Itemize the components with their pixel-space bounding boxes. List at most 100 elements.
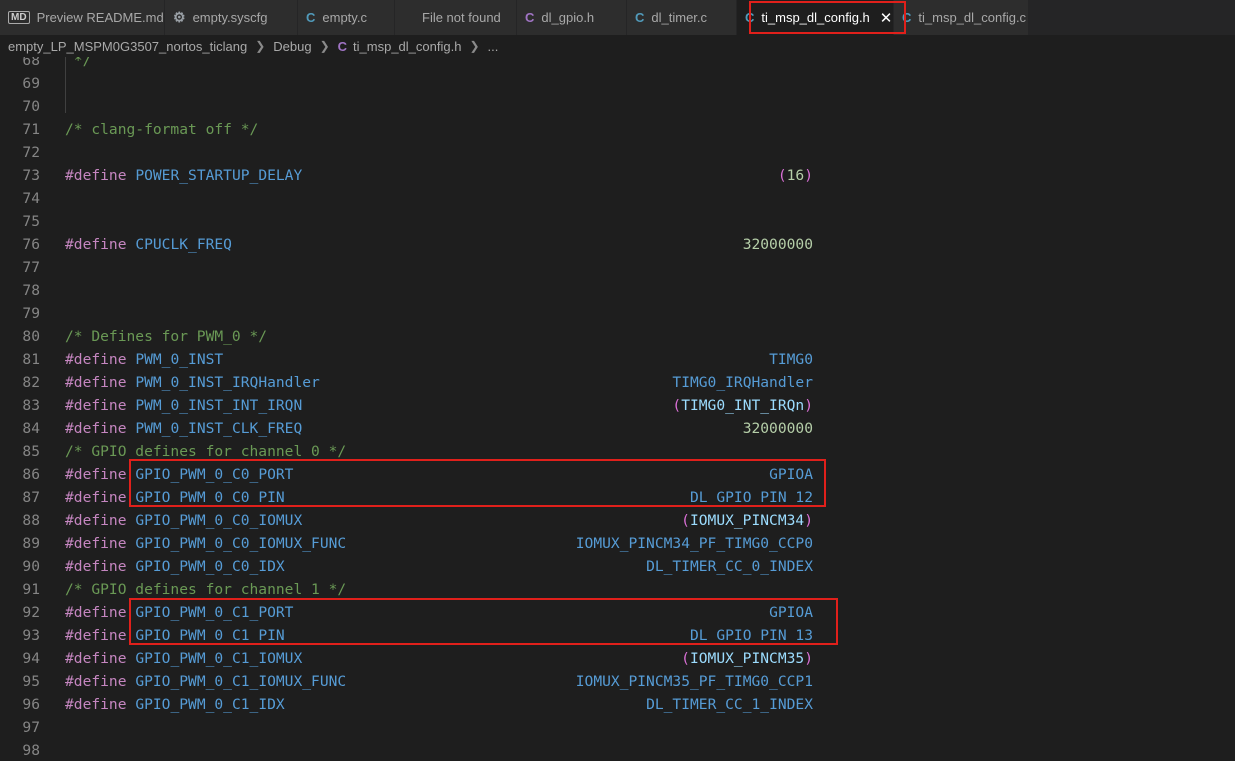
close-paren: ) (804, 397, 813, 414)
macro-value: DL_TIMER_CC_1_INDEX (646, 696, 813, 713)
macro-name: PWM_0_INST_IRQHandler (135, 374, 320, 391)
c-file-icon: C (902, 10, 912, 25)
code-define: #define GPIO_PWM_0_C0_PIN (65, 486, 285, 509)
macro-name: GPIO_PWM_0_C0_IOMUX_FUNC (135, 535, 347, 552)
line-number: 79 (22, 305, 40, 322)
tab-label: empty.c (322, 10, 367, 25)
close-paren: ) (804, 167, 813, 184)
c-file-icon: C (306, 10, 316, 25)
line-number: 73 (22, 167, 40, 184)
code-define: #define PWM_0_INST (65, 348, 223, 371)
open-paren: ( (681, 512, 690, 529)
tab-ti-msp-dl-config-h[interactable]: Cti_msp_dl_config.h ✕ (737, 0, 894, 35)
markdown-preview-icon: MD (8, 11, 30, 24)
macro-value: 32000000 (742, 420, 813, 437)
macro-value-inner: TIMG0_INT_IRQn (681, 397, 805, 414)
code-define: #define POWER_STARTUP_DELAY (65, 164, 302, 187)
macro-name: GPIO_PWM_0_C0_PIN (135, 489, 285, 506)
breadcrumb-file[interactable]: ti_msp_dl_config.h (353, 39, 461, 54)
macro-value-inner: IOMUX_PINCM35 (689, 650, 805, 667)
chevron-right-icon: ❯ (319, 39, 330, 53)
line-number: 92 (22, 604, 40, 621)
macro-value: (16) (778, 164, 813, 187)
breadcrumb-folder[interactable]: Debug (273, 39, 311, 54)
macro-name: GPIO_PWM_0_C1_IOMUX (135, 650, 303, 667)
close-icon[interactable]: ✕ (880, 9, 893, 27)
define-keyword: #define (65, 397, 127, 414)
breadcrumb-more[interactable]: ... (488, 39, 499, 54)
breadcrumb-project[interactable]: empty_LP_MSPM0G3507_nortos_ticlang (8, 39, 247, 54)
define-keyword: #define (65, 466, 127, 483)
macro-name: GPIO_PWM_0_C0_IOMUX (135, 512, 303, 529)
code-define: #define GPIO_PWM_0_C0_IDX (65, 555, 285, 578)
line-number: 94 (22, 650, 40, 667)
editor-tab-bar: MD Preview README.md ⚙ empty.syscfg Cempty.c… (0, 0, 1235, 35)
define-keyword: #define (65, 512, 127, 529)
code-define: #define GPIO_PWM_0_C1_PORT (65, 601, 293, 624)
line-number: 80 (22, 328, 40, 345)
macro-value: TIMG0_IRQHandler (672, 374, 813, 391)
line-number: 71 (22, 121, 40, 138)
define-keyword: #define (65, 374, 127, 391)
chevron-right-icon: ❯ (469, 39, 480, 53)
line-number: 98 (22, 742, 40, 759)
define-keyword: #define (65, 167, 127, 184)
macro-value: (TIMG0_INT_IRQn) (672, 394, 813, 417)
macro-name: PWM_0_INST (135, 351, 224, 368)
tab-label: Preview README.md (36, 10, 164, 25)
macro-name: GPIO_PWM_0_C1_IDX (135, 696, 285, 713)
define-keyword: #define (65, 535, 127, 552)
open-paren: ( (672, 397, 682, 414)
tab-label: File not found (422, 10, 501, 25)
breadcrumb: empty_LP_MSPM0G3507_nortos_ticlang ❯ Deb… (0, 35, 1235, 57)
tab-empty-syscfg[interactable]: ⚙ empty.syscfg (165, 0, 298, 35)
chevron-right-icon: ❯ (255, 39, 266, 53)
define-keyword: #define (65, 696, 127, 713)
open-paren: ( (681, 650, 690, 667)
macro-value: GPIOA (769, 604, 813, 621)
line-number: 78 (22, 282, 40, 299)
c-header-file-icon: C (525, 10, 535, 25)
macro-value: IOMUX_PINCM34_PF_TIMG0_CCP0 (575, 535, 813, 552)
macro-value: DL_GPIO_PIN_13 (689, 627, 813, 644)
tab-file-not-found[interactable]: File not found (395, 0, 517, 35)
c-file-icon: C (745, 10, 755, 25)
tab-dl-timer-c[interactable]: Cdl_timer.c (627, 0, 737, 35)
tab-dl-gpio-h[interactable]: Cdl_gpio.h (517, 0, 627, 35)
macro-name: GPIO_PWM_0_C1_PIN (135, 627, 285, 644)
line-number: 96 (22, 696, 40, 713)
macro-value: 32000000 (742, 236, 813, 253)
code-comment: /* Defines for PWM_0 */ (65, 328, 268, 345)
tab-empty-c[interactable]: Cempty.c (298, 0, 395, 35)
macro-value: GPIOA (769, 466, 813, 483)
define-keyword: #define (65, 489, 127, 506)
line-number: 75 (22, 213, 40, 230)
line-number: 70 (22, 98, 40, 115)
gear-icon: ⚙ (173, 9, 186, 25)
tab-label: empty.syscfg (192, 10, 268, 25)
macro-value: DL_TIMER_CC_0_INDEX (646, 558, 813, 575)
tab-label: dl_gpio.h (541, 10, 595, 25)
define-keyword: #define (65, 351, 127, 368)
line-number: 87 (22, 489, 40, 506)
tab-preview-readme-md[interactable]: MD Preview README.md (0, 0, 165, 35)
line-number: 83 (22, 397, 40, 414)
macro-name: GPIO_PWM_0_C0_IDX (135, 558, 285, 575)
macro-name: PWM_0_INST_INT_IRQN (135, 397, 303, 414)
code-editor[interactable]: 68 */ 69 70 71 /* clang-format off */ 72 73 #de… (0, 57, 1235, 761)
line-number: 84 (22, 420, 40, 437)
line-number: 93 (22, 627, 40, 644)
code-define: #define GPIO_PWM_0_C1_PIN (65, 624, 285, 647)
macro-value: (IOMUX_PINCM34) (681, 509, 813, 532)
define-keyword: #define (65, 236, 127, 253)
close-paren: ) (804, 512, 813, 529)
line-number: 81 (22, 351, 40, 368)
code-define: #define GPIO_PWM_0_C0_IOMUX_FUNC (65, 532, 346, 555)
line-number: 76 (22, 236, 40, 253)
open-paren: ( (777, 167, 787, 184)
line-number: 89 (22, 535, 40, 552)
macro-name: CPUCLK_FREQ (135, 236, 232, 253)
macro-name: GPIO_PWM_0_C1_IOMUX_FUNC (135, 673, 347, 690)
define-keyword: #define (65, 650, 127, 667)
tab-ti-msp-dl-config-c[interactable]: Cti_msp_dl_config.c (894, 0, 1029, 35)
